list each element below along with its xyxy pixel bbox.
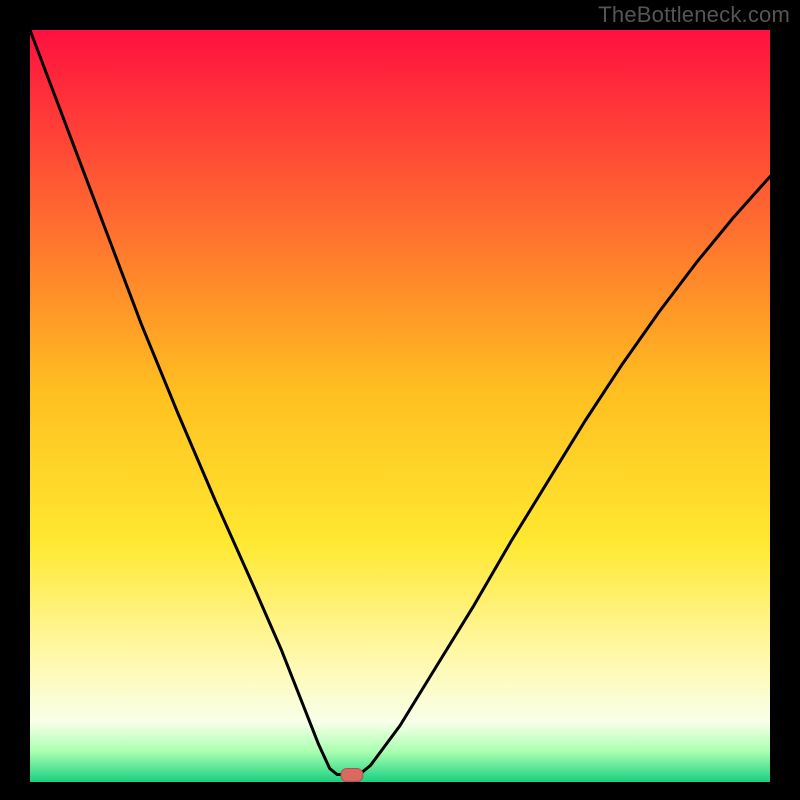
bottleneck-chart	[0, 0, 800, 800]
plot-background	[30, 30, 770, 782]
watermark-text: TheBottleneck.com	[598, 2, 790, 28]
optimal-marker	[341, 769, 363, 782]
chart-frame: TheBottleneck.com	[0, 0, 800, 800]
